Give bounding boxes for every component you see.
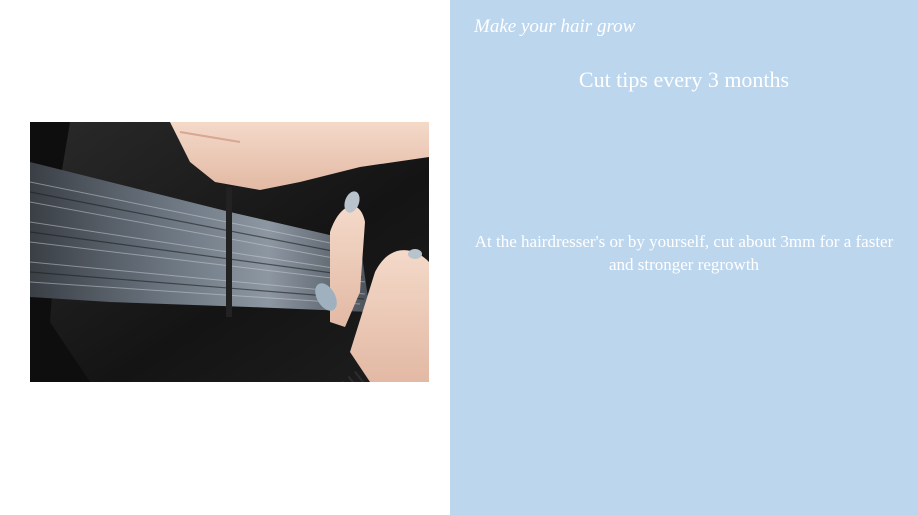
slide-title: Cut tips every 3 months bbox=[578, 67, 790, 92]
text-panel: Make your hair grow Cut tips every 3 mon… bbox=[450, 0, 918, 515]
slide-body-text: At the hairdresser's or by yourself, cut… bbox=[474, 232, 894, 274]
hair-cutting-photo bbox=[30, 122, 429, 382]
slide: Make your hair grow Cut tips every 3 mon… bbox=[0, 0, 918, 515]
eyebrow-text: Make your hair grow bbox=[474, 16, 636, 37]
